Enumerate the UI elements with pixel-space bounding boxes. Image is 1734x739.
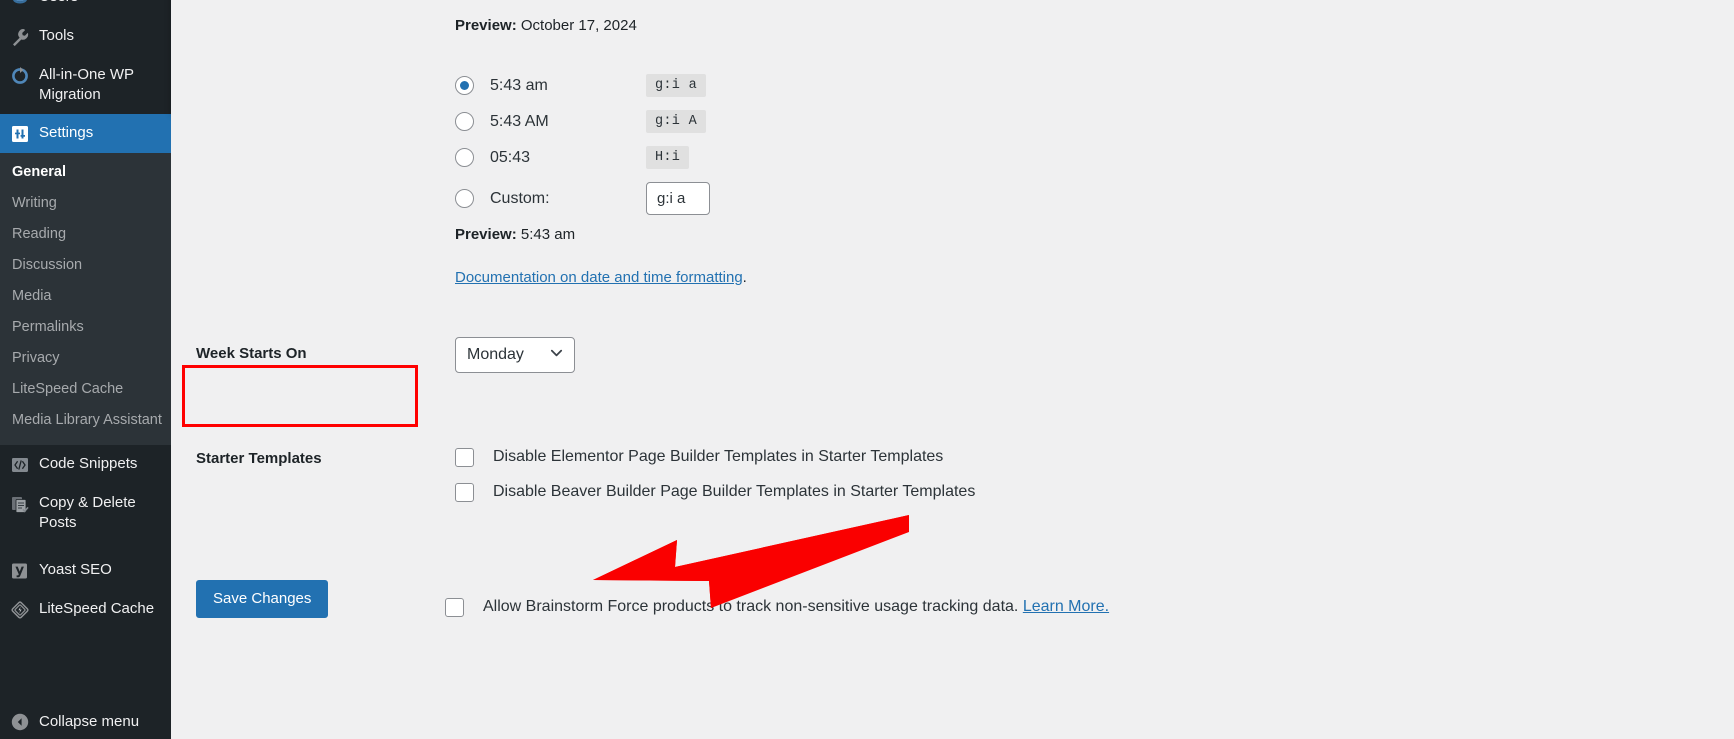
sidebar-item-litespeed-cache[interactable]: LiteSpeed Cache — [0, 590, 171, 629]
time-preview-prefix: Preview: — [455, 226, 517, 243]
format-code-2: H:i — [646, 146, 690, 169]
sidebar-item-tools[interactable]: Tools — [0, 17, 171, 56]
time-preview-value: 5:43 am — [520, 226, 576, 243]
format-code-1: g:i A — [646, 110, 707, 133]
radio-label-0: 5:43 am — [490, 76, 548, 94]
menu-divider — [0, 542, 171, 551]
checkbox-row: Disable Elementor Page Builder Templates… — [455, 447, 1261, 467]
checkbox-row: Disable Beaver Builder Page Builder Temp… — [455, 482, 1261, 502]
row-label-spacer — [171, 0, 445, 40]
checkbox-label: Disable Elementor Page Builder Templates… — [493, 448, 944, 465]
submenu-item-media-library-assistant[interactable]: Media Library Assistant — [0, 405, 171, 436]
week-starts-on-control: Monday — [445, 324, 1271, 389]
code-snippets-icon — [10, 455, 30, 475]
date-preview-prefix: Preview: — [455, 17, 517, 34]
checkbox-allow-usage-tracking[interactable] — [445, 598, 464, 617]
sidebar-item-label: Copy & Delete Posts — [39, 494, 136, 531]
sidebar-item-yoast-seo[interactable]: Yoast SEO — [0, 551, 171, 590]
save-changes-button[interactable]: Save Changes — [196, 580, 329, 618]
submenu-item-general[interactable]: General — [0, 157, 171, 188]
submenu-item-permalinks[interactable]: Permalinks — [0, 312, 171, 343]
row-usage-tracking: Usage Tracking Allow Brainstorm Force pr… — [171, 581, 1271, 641]
submenu-item-privacy[interactable]: Privacy — [0, 343, 171, 374]
time-format-custom-row: Custom: — [455, 182, 1261, 215]
admin-sidebar: Users Tools All-in-One WP Migration Sett… — [0, 0, 171, 739]
week-starts-on-select-wrap: Monday — [455, 337, 575, 373]
settings-icon — [10, 124, 30, 144]
learn-more-link[interactable]: Learn More. — [1023, 598, 1109, 615]
row-time-format: Preview: October 17, 2024 5:43 am g:i a … — [171, 0, 1271, 302]
submenu-item-writing[interactable]: Writing — [0, 188, 171, 219]
settings-general-content: Preview: October 17, 2024 5:43 am g:i a … — [171, 0, 1734, 739]
settings-submenu: General Writing Reading Discussion Media… — [0, 153, 171, 445]
radio-label-2: 05:43 — [490, 148, 531, 166]
label-starter-templates: Starter Templates — [196, 450, 322, 467]
sidebar-item-label: Code Snippets — [39, 455, 138, 472]
sidebar-item-label: Users — [39, 0, 161, 7]
documentation-link[interactable]: Documentation on date and time formattin… — [455, 269, 743, 286]
migration-icon — [10, 66, 30, 86]
time-format-option-row: 5:43 am g:i a — [455, 74, 1261, 97]
litespeed-icon — [10, 600, 30, 620]
week-starts-on-select[interactable]: Monday — [455, 337, 575, 373]
radio-time-format-custom[interactable] — [455, 189, 474, 208]
sidebar-item-label: Tools — [39, 27, 75, 44]
row-starter-templates: Starter Templates Disable Elementor Page… — [171, 429, 1271, 533]
documentation-link-wrap: Documentation on date and time formattin… — [455, 269, 1261, 286]
sidebar-item-settings[interactable]: Settings — [0, 114, 171, 153]
checkbox-label: Disable Beaver Builder Page Builder Temp… — [493, 483, 976, 500]
starter-templates-controls: Disable Elementor Page Builder Templates… — [445, 429, 1271, 533]
label-week-starts-on: Week Starts On — [196, 345, 307, 362]
sidebar-item-label: LiteSpeed Cache — [39, 600, 155, 617]
radio-time-format-2[interactable] — [455, 148, 474, 167]
options-form-table: Preview: October 17, 2024 5:43 am g:i a … — [171, 0, 1271, 641]
radio-label-1: 5:43 AM — [490, 112, 549, 130]
collapse-arrow-icon — [10, 712, 30, 732]
copy-delete-icon — [10, 494, 30, 514]
sidebar-item-label: Settings — [39, 124, 94, 141]
checkbox-disable-elementor-templates[interactable] — [455, 448, 474, 467]
wordpress-admin-screen: Users Tools All-in-One WP Migration Sett… — [0, 0, 1734, 739]
checkbox-row: Allow Brainstorm Force products to track… — [445, 597, 1261, 617]
time-format-option-row: 5:43 AM g:i A — [455, 110, 1261, 133]
time-preview: Preview: 5:43 am — [455, 225, 1261, 245]
yoast-icon — [10, 561, 30, 581]
radio-time-format-0[interactable] — [455, 76, 474, 95]
row-week-starts-on: Week Starts On Monday — [171, 324, 1271, 389]
checkbox-label: Allow Brainstorm Force products to track… — [483, 598, 1019, 615]
time-format-option-row: 05:43 H:i — [455, 146, 1261, 169]
documentation-link-suffix: . — [742, 269, 747, 286]
sidebar-item-copy-and-delete-posts[interactable]: Copy & Delete Posts — [0, 484, 171, 542]
usage-tracking-text-wrap: Allow Brainstorm Force products to track… — [483, 597, 1109, 617]
submenu-item-litespeed-cache[interactable]: LiteSpeed Cache — [0, 374, 171, 405]
sidebar-item-label: Yoast SEO — [39, 561, 112, 578]
submenu-item-discussion[interactable]: Discussion — [0, 250, 171, 281]
date-preview: Preview: October 17, 2024 — [455, 16, 1261, 36]
sidebar-item-code-snippets[interactable]: Code Snippets — [0, 445, 171, 484]
usage-tracking-controls: Allow Brainstorm Force products to track… — [445, 581, 1271, 633]
sidebar-item-users[interactable]: Users — [0, 0, 171, 17]
time-format-controls: Preview: October 17, 2024 5:43 am g:i a … — [445, 0, 1271, 302]
custom-time-format-input[interactable] — [646, 182, 710, 215]
collapse-menu-button[interactable]: Collapse menu — [0, 702, 171, 739]
users-icon — [10, 0, 30, 8]
submenu-item-media[interactable]: Media — [0, 281, 171, 312]
format-code-0: g:i a — [646, 74, 707, 97]
sidebar-item-label: All-in-One WP Migration — [39, 66, 134, 103]
radio-time-format-1[interactable] — [455, 112, 474, 131]
checkbox-disable-beaver-builder-templates[interactable] — [455, 483, 474, 502]
radio-label-custom: Custom: — [490, 189, 550, 207]
submenu-item-reading[interactable]: Reading — [0, 219, 171, 250]
collapse-menu-label: Collapse menu — [39, 713, 140, 730]
submit-area: Save Changes — [196, 580, 329, 618]
sidebar-item-all-in-one-wp-migration[interactable]: All-in-One WP Migration — [0, 56, 171, 114]
wrench-icon — [10, 27, 30, 47]
date-preview-value: October 17, 2024 — [520, 17, 637, 34]
